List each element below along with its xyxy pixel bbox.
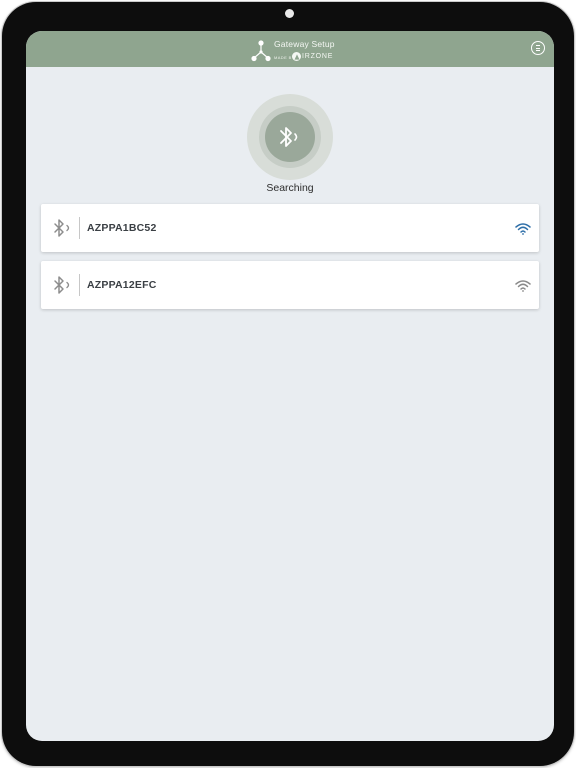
divider: [79, 274, 80, 296]
device-list-item[interactable]: AZPPA12EFC: [41, 261, 539, 309]
app-title: Gateway Setup: [274, 39, 335, 49]
scan-core: [265, 112, 315, 162]
bluetooth-signal-icon: [54, 276, 70, 294]
menu-line: [535, 50, 540, 52]
scan-indicator: [247, 94, 333, 180]
network-nodes-icon: [251, 40, 271, 62]
brand-name: IRZONE: [302, 53, 334, 60]
wifi-icon: [515, 223, 531, 235]
menu-button[interactable]: [531, 41, 545, 55]
camera: [285, 9, 294, 18]
scan-ring: [259, 106, 321, 168]
scan-status: Searching: [266, 182, 314, 194]
device-list-item[interactable]: AZPPA1BC52: [41, 204, 539, 252]
brand-a-icon: [294, 53, 299, 60]
wifi-icon: [515, 280, 531, 292]
tablet-frame: Gateway Setup MADE BY IRZONE Searching A…: [2, 2, 574, 766]
brand-logo-badge: [292, 52, 301, 61]
menu-line: [535, 47, 540, 49]
bluetooth-signal-icon: [54, 219, 70, 237]
header-bar: Gateway Setup MADE BY IRZONE: [26, 31, 554, 67]
app-screen: Gateway Setup MADE BY IRZONE Searching A…: [26, 31, 554, 741]
device-name: AZPPA12EFC: [87, 279, 157, 291]
divider: [79, 217, 80, 239]
bluetooth-signal-icon: [280, 127, 298, 147]
device-name: AZPPA1BC52: [87, 222, 157, 234]
menu-line: [535, 45, 540, 47]
